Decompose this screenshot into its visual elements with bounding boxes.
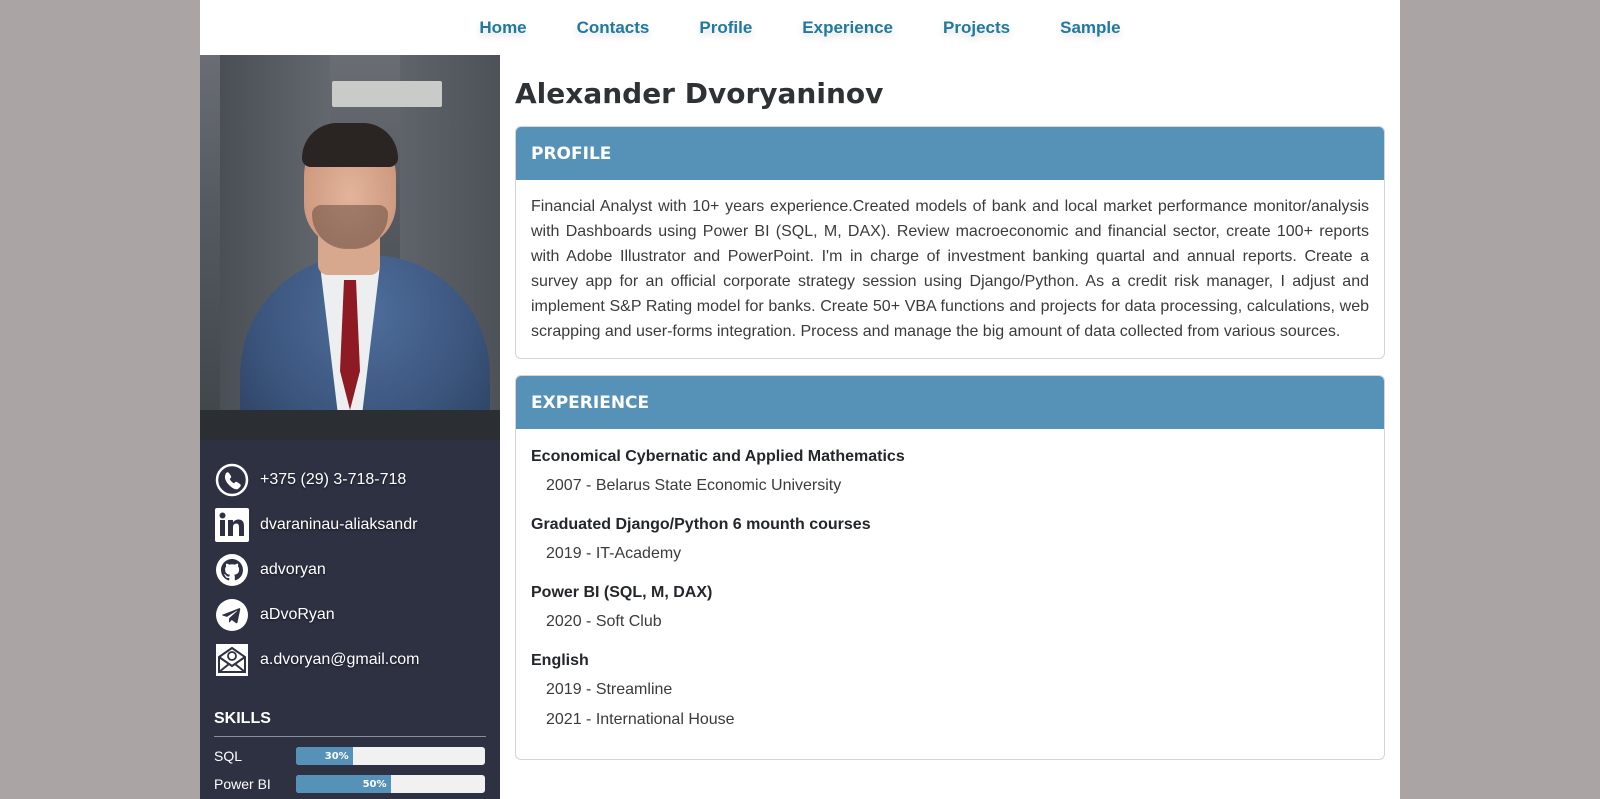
experience-detail: 2021 - International House xyxy=(546,711,735,728)
experience-item: English 2019 - Streamline 2021 - Interna… xyxy=(531,647,1369,735)
contact-linkedin[interactable]: dvaraninau-aliaksandr xyxy=(214,507,486,543)
email-icon xyxy=(214,642,250,678)
skill-bar-fill: 30% xyxy=(296,747,353,765)
skill-bar: 50% xyxy=(296,775,485,793)
experience-detail: 2019 - Streamline xyxy=(546,681,673,698)
experience-card: EXPERIENCE Economical Cybernatic and App… xyxy=(515,375,1385,760)
skills-title: SKILLS xyxy=(214,710,486,737)
nav-experience[interactable]: Experience xyxy=(802,18,893,38)
experience-title: Power BI (SQL, M, DAX) xyxy=(531,584,713,601)
nav-sample[interactable]: Sample xyxy=(1060,18,1120,38)
sidebar: +375 (29) 3-718-718 dvaraninau-aliaksand… xyxy=(200,55,500,799)
experience-detail: 2020 - Soft Club xyxy=(546,613,662,630)
experience-detail: 2019 - IT-Academy xyxy=(546,545,682,562)
profile-header: PROFILE xyxy=(516,127,1384,180)
experience-item: Power BI (SQL, M, DAX) 2020 - Soft Club xyxy=(531,579,1369,637)
nav-projects[interactable]: Projects xyxy=(943,18,1010,38)
experience-header: EXPERIENCE xyxy=(516,376,1384,429)
contact-telegram-text: aDvoRyan xyxy=(260,606,335,623)
skills-section: SKILLS SQL 30% Power BI 50% xyxy=(214,710,486,793)
contact-email[interactable]: a.dvoryan@gmail.com xyxy=(214,642,486,678)
contact-telegram[interactable]: aDvoRyan xyxy=(214,597,486,633)
experience-detail: 2007 - Belarus State Economic University xyxy=(546,477,842,494)
contact-list: +375 (29) 3-718-718 dvaraninau-aliaksand… xyxy=(200,440,500,678)
contact-github-text: advoryan xyxy=(260,561,326,578)
top-nav: Home Contacts Profile Experience Project… xyxy=(200,0,1400,55)
experience-item: Graduated Django/Python 6 mounth courses… xyxy=(531,511,1369,569)
page-title: Alexander Dvoryaninov xyxy=(515,77,884,110)
contact-email-text: a.dvoryan@gmail.com xyxy=(260,651,420,668)
nav-contacts[interactable]: Contacts xyxy=(577,18,650,38)
contact-linkedin-text: dvaraninau-aliaksandr xyxy=(260,516,418,533)
phone-icon xyxy=(214,462,250,498)
skill-bar-fill: 50% xyxy=(296,775,391,793)
telegram-icon xyxy=(214,597,250,633)
skill-bar: 30% xyxy=(296,747,485,765)
github-icon xyxy=(214,552,250,588)
profile-text: Financial Analyst with 10+ years experie… xyxy=(531,198,1369,340)
profile-card: PROFILE Financial Analyst with 10+ years… xyxy=(515,126,1385,359)
profile-photo xyxy=(200,55,500,440)
contact-phone[interactable]: +375 (29) 3-718-718 xyxy=(214,462,486,498)
page: Home Contacts Profile Experience Project… xyxy=(200,0,1400,799)
skill-row: Power BI 50% xyxy=(214,775,486,793)
main-content: Alexander Dvoryaninov PROFILE Financial … xyxy=(515,55,1385,760)
skill-row: SQL 30% xyxy=(214,747,486,765)
nav-profile[interactable]: Profile xyxy=(699,18,752,38)
contact-github[interactable]: advoryan xyxy=(214,552,486,588)
experience-title: Economical Cybernatic and Applied Mathem… xyxy=(531,448,905,465)
contact-phone-text: +375 (29) 3-718-718 xyxy=(260,471,407,488)
experience-title: English xyxy=(531,652,589,669)
experience-title: Graduated Django/Python 6 mounth courses xyxy=(531,516,871,533)
nav-home[interactable]: Home xyxy=(479,18,526,38)
skill-label: SQL xyxy=(214,748,243,764)
experience-item: Economical Cybernatic and Applied Mathem… xyxy=(531,443,1369,501)
linkedin-icon xyxy=(214,507,250,543)
skill-label: Power BI xyxy=(214,776,271,792)
